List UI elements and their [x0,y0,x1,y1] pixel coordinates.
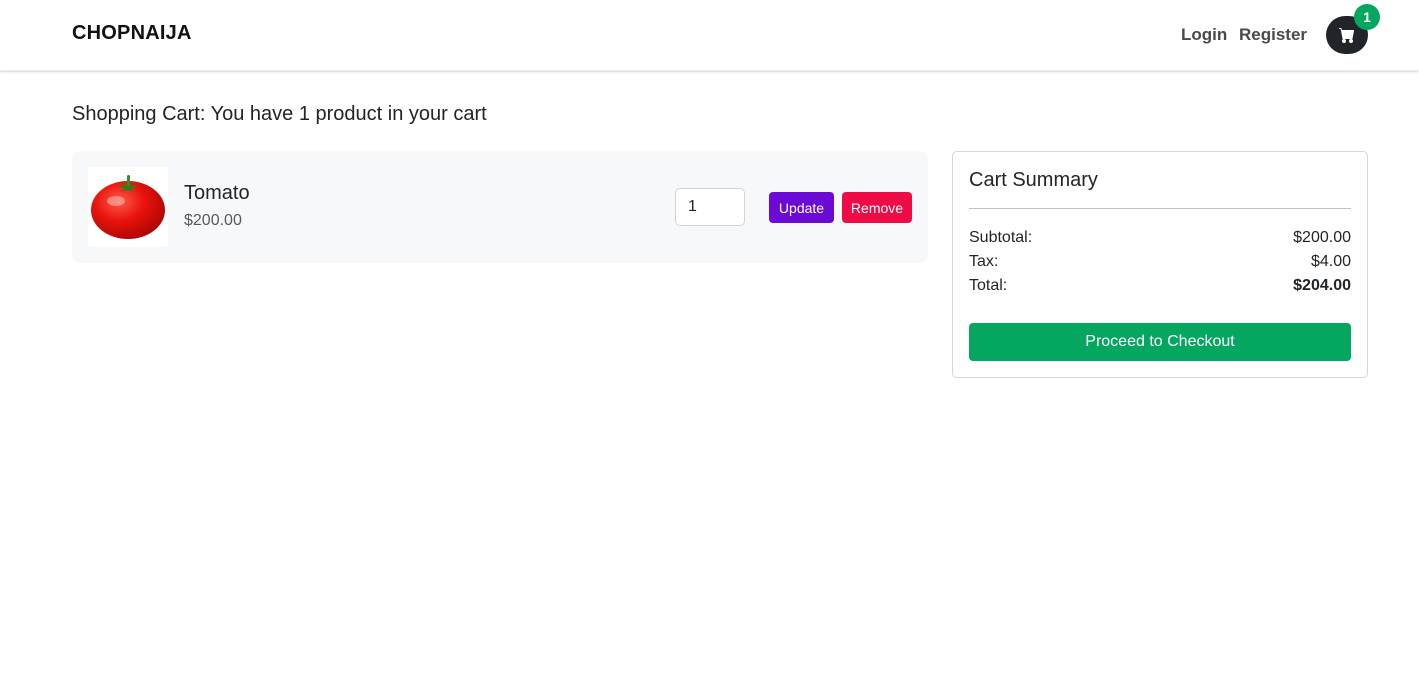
brand-logo[interactable]: CHOPNAIJA [72,22,192,45]
page-title: Shopping Cart: You have 1 product in you… [72,103,487,125]
update-button[interactable]: Update [769,192,834,223]
item-price: $200.00 [184,212,242,229]
item-name: Tomato [184,182,250,204]
subtotal-label: Subtotal: [969,229,1033,246]
shopping-cart-icon [1339,28,1354,43]
tax-row: Tax: $4.00 [969,253,1351,275]
total-label: Total: [969,277,1008,294]
navbar: CHOPNAIJA Login Register 1 [0,0,1419,71]
quantity-input[interactable] [675,188,745,226]
remove-button[interactable]: Remove [842,192,912,223]
total-row: Total: $204.00 [969,277,1351,299]
checkout-button[interactable]: Proceed to Checkout [969,323,1351,361]
subtotal-row: Subtotal: $200.00 [969,229,1351,251]
tax-label: Tax: [969,253,999,270]
login-link[interactable]: Login [1181,25,1227,45]
cart-summary: Cart Summary Subtotal: $200.00 Tax: $4.0… [952,151,1368,378]
total-value: $204.00 [1293,277,1351,294]
register-link[interactable]: Register [1239,25,1307,45]
summary-title: Cart Summary [969,169,1098,191]
cart-count-badge: 1 [1354,4,1380,30]
cart-item: Tomato $200.00 Update Remove [72,151,928,263]
subtotal-value: $200.00 [1293,229,1351,246]
tomato-image [88,167,168,247]
tax-value: $4.00 [1310,253,1351,270]
summary-divider [969,208,1351,209]
